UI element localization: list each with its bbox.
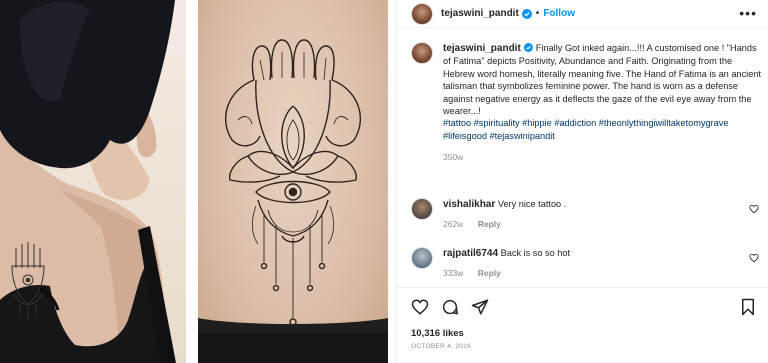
commenter-avatar[interactable] — [411, 247, 433, 269]
caption-author-avatar[interactable] — [411, 42, 433, 64]
comment-like-heart-icon[interactable] — [749, 253, 759, 263]
author-username[interactable]: tejaswini_pandit — [441, 8, 519, 19]
post-header: tejaswini_pandit • Follow ••• — [397, 0, 768, 28]
comment-like-heart-icon[interactable] — [749, 204, 759, 214]
photo-tattoo-closeup — [198, 0, 388, 363]
post-media[interactable] — [0, 0, 396, 363]
caption-username[interactable]: tejaswini_pandit — [443, 43, 521, 54]
header-separator: • — [535, 8, 540, 19]
comment-icon[interactable] — [441, 298, 459, 316]
bookmark-icon[interactable] — [739, 298, 757, 316]
comment-text: Very nice tattoo . — [497, 199, 567, 209]
comment-item: rajpatil6744 Back is so so hot 333w Repl… — [411, 247, 761, 279]
reply-button[interactable]: Reply — [478, 268, 501, 278]
comment-text: Back is so so hot — [500, 248, 571, 258]
caption-timestamp[interactable]: 350w — [443, 151, 761, 163]
verified-badge-icon — [523, 43, 533, 52]
commenter-avatar[interactable] — [411, 198, 433, 220]
post-sidebar: tejaswini_pandit • Follow ••• tejaswini_… — [396, 0, 768, 363]
commenter-username[interactable]: vishalikhar — [443, 199, 495, 210]
post-date: OCTOBER 4, 2016 — [411, 343, 472, 350]
reply-button[interactable]: Reply — [478, 219, 501, 229]
likes-count[interactable]: 10,316 likes — [411, 328, 464, 339]
comment-timestamp[interactable]: 262w — [443, 219, 463, 229]
photo-back-view — [0, 0, 186, 363]
more-options-icon[interactable]: ••• — [739, 6, 757, 20]
comment-timestamp[interactable]: 333w — [443, 268, 463, 278]
caption-hashtags[interactable]: #tattoo #spirituality #hippie #addiction… — [443, 117, 761, 142]
post-actions-bar — [397, 287, 768, 321]
paper-plane-icon[interactable] — [471, 298, 489, 316]
comment-item: vishalikhar Very nice tattoo . 262w Repl… — [411, 198, 761, 230]
heart-icon[interactable] — [411, 298, 429, 316]
author-avatar[interactable] — [411, 2, 433, 25]
commenter-username[interactable]: rajpatil6744 — [443, 248, 498, 259]
post-caption: tejaswini_pandit Finally Got inked again.… — [411, 42, 761, 164]
follow-button[interactable]: Follow — [543, 8, 575, 19]
verified-badge-icon — [521, 8, 532, 19]
